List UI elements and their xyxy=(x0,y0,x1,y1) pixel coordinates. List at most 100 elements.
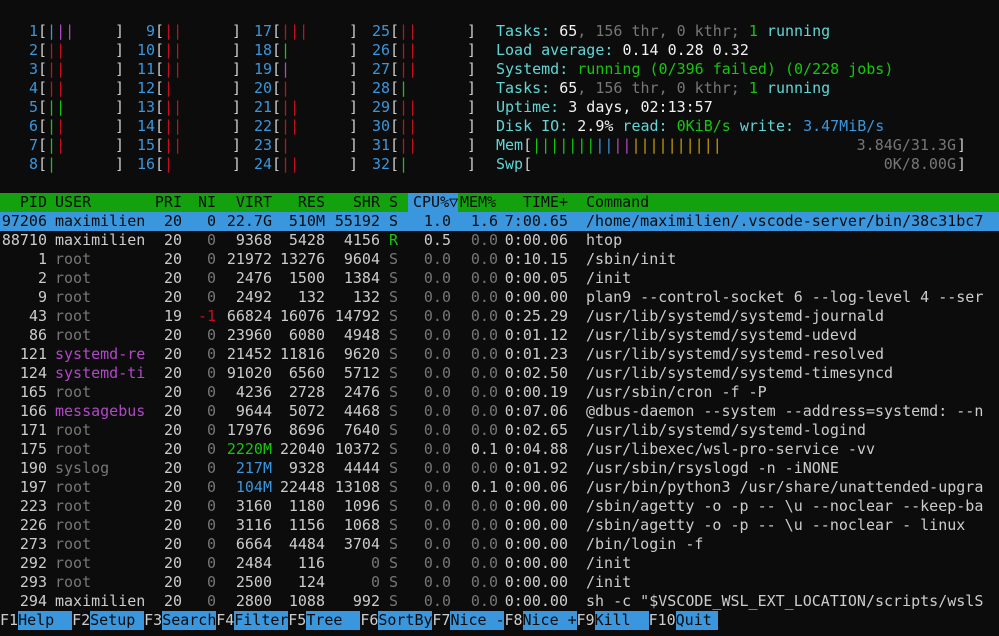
header-mem[interactable]: MEM% xyxy=(460,193,496,212)
process-row[interactable]: 273 root 20 0 6664 4484 3704 S 0.0 0.0 0:00.00/bin… xyxy=(0,535,999,554)
cpu-number: 13 xyxy=(136,98,155,116)
header-ni[interactable]: NI xyxy=(190,193,216,212)
fkey-sortby-button[interactable]: SortBy xyxy=(378,611,433,630)
process-cpu: 0.0 xyxy=(423,554,451,572)
process-row[interactable]: 223 root 20 0 3160 1180 1096 S 0.0 0.0 0:00.00/sbi… xyxy=(0,497,999,516)
process-cpu: 0.0 xyxy=(423,478,451,496)
process-user: systemd-ti xyxy=(55,364,146,382)
process-ni: 0 xyxy=(206,573,216,591)
fkey-setup-button[interactable]: Setup xyxy=(90,611,145,630)
fkey-tree-button[interactable]: Tree xyxy=(306,611,361,630)
cpu-meter-29: 29[||] xyxy=(371,98,477,116)
fkey-quit-button[interactable]: Quit xyxy=(675,611,718,630)
process-virt: 91020 xyxy=(226,364,272,382)
mem-bar: ||||||||||||||||||||| xyxy=(532,136,722,154)
cpu-usage-bar: || xyxy=(281,98,300,116)
process-row[interactable]: 292 root 20 0 2484 116 0 S 0.0 0.0 0:00.00/init xyxy=(0,554,999,573)
cpu-usage-bar: || xyxy=(281,155,300,173)
swap-meter: Swp[0K/8.00G] xyxy=(496,155,966,173)
cpu-usage-bar: || xyxy=(164,22,183,40)
process-pid: 190 xyxy=(19,459,47,477)
process-row[interactable]: 293 root 20 0 2500 124 0 S 0.0 0.0 0:00.00/init xyxy=(0,573,999,592)
cpu-meter-25: 25[||] xyxy=(371,22,477,40)
cpu-usage-bar: || xyxy=(399,117,418,135)
process-pid: 2 xyxy=(37,269,47,287)
header-command[interactable]: Command xyxy=(586,193,649,212)
tasks-meter-2: Tasks: 65, 156 thr, 0 kthr; 1 running xyxy=(496,79,830,98)
process-pid: 293 xyxy=(19,573,47,591)
process-res: 22448 xyxy=(280,478,326,496)
process-shr: 4156 xyxy=(343,231,380,249)
fkey-f7: F7 xyxy=(432,611,451,629)
process-s: S xyxy=(389,307,399,325)
header-virt[interactable]: VIRT xyxy=(220,193,272,212)
mem-value: 3.84G/31.3G xyxy=(856,136,956,154)
cpu-usage-bar: || xyxy=(164,117,183,135)
header-user[interactable]: USER xyxy=(55,193,91,212)
process-row[interactable]: 124 systemd-ti 20 0 91020 6560 5712 S 0.0 0.0 0:02… xyxy=(0,364,999,383)
process-row[interactable]: 171 root 20 0 17976 8696 7640 S 0.0 0.0 0:02.65/us… xyxy=(0,421,999,440)
header-pri[interactable]: PRI xyxy=(150,193,182,212)
fkey-filter-button[interactable]: Filter xyxy=(234,611,288,630)
process-command: /home/maximilien/.vscode-server/bin/38c3… xyxy=(586,212,984,230)
cpu-usage-bar: || xyxy=(47,60,66,78)
header-res[interactable]: RES xyxy=(280,193,325,212)
process-row[interactable]: 294 maximilien 20 0 2800 1088 992 S 0.0 0.0 0:00.0… xyxy=(0,592,999,611)
process-s: S xyxy=(389,535,399,553)
systemd-failed: (0/396 failed) xyxy=(640,60,776,78)
process-row[interactable]: 88710 maximilien 20 0 9368 5428 4156 R 0.5 0.0 0:0… xyxy=(0,231,999,250)
header-pid[interactable]: PID xyxy=(0,193,47,212)
process-row[interactable]: 9 root 20 0 2492 132 132 S 0.0 0.0 0:00.00 plan9 --… xyxy=(0,288,999,307)
process-mem: 0.1 xyxy=(470,478,498,496)
cpu-usage-bar: || xyxy=(399,60,418,78)
process-time: 0:01.23 xyxy=(504,345,568,363)
cpu-meter-14: 14[||] xyxy=(136,117,242,135)
running-label: running xyxy=(757,79,831,97)
header-state[interactable]: S xyxy=(389,193,398,212)
process-res: 510M xyxy=(288,212,325,230)
fkey-nice-button[interactable]: Nice + xyxy=(522,611,577,630)
process-row[interactable]: 226 root 20 0 3116 1156 1068 S 0.0 0.0 0:00.00/sbi… xyxy=(0,516,999,535)
cpu-number: 25 xyxy=(371,22,390,40)
cpu-number: 11 xyxy=(136,60,155,78)
process-row[interactable]: 97206 maximilien 20 0 22.7G 510M 55192 S 1.0 1.6 7… xyxy=(0,212,999,231)
process-res: 11816 xyxy=(280,345,326,363)
process-command: /init xyxy=(586,269,632,287)
process-cpu: 1.0 xyxy=(423,212,451,230)
process-user: root xyxy=(55,326,92,344)
cpu-usage-bar: | xyxy=(281,60,291,78)
cpu-meter-26: 26[||] xyxy=(371,41,477,59)
header-cpu[interactable]: CPU%▽ xyxy=(413,193,458,212)
cpu-usage-bar: | xyxy=(164,155,174,173)
process-user: root xyxy=(55,478,92,496)
mem-meter: Mem[||||||||||||||||||||| 3.84G/31.3G] xyxy=(496,136,966,154)
process-ni: 0 xyxy=(206,269,216,287)
process-user: syslog xyxy=(55,459,110,477)
disk-read-value: 0KiB/s xyxy=(676,117,731,135)
process-row[interactable]: 1 root 20 0 21972 13276 9604 S 0.0 0.0 0:10.15/sbi… xyxy=(0,250,999,269)
process-cpu: 0.0 xyxy=(423,307,451,325)
cpu-usage-bar: ||| xyxy=(47,22,75,40)
process-pri: 20 xyxy=(163,231,182,249)
cpu-meter-11: 11[||] xyxy=(136,60,242,78)
cpu-number: 22 xyxy=(253,117,272,135)
process-row[interactable]: 190 syslog 20 0 217M 9328 4444 S 0.0 0.0 0:01.92/u… xyxy=(0,459,999,478)
process-row[interactable]: 175 root 20 0 2220M 22040 10372 S 0.0 0.1 0:04.88 /… xyxy=(0,440,999,459)
header-time[interactable]: TIME+ xyxy=(500,193,568,212)
process-row[interactable]: 165 root 20 0 4236 2728 2476 S 0.0 0.0 0:00.19/usr… xyxy=(0,383,999,402)
fkey-kill-button[interactable]: Kill xyxy=(594,611,649,630)
process-row[interactable]: 2 root 20 0 2476 1500 1384 S 0.0 0.0 0:00.05/init xyxy=(0,269,999,288)
process-row[interactable]: 121 systemd-re 20 0 21452 11816 9620 S 0.0 0.0 0:0… xyxy=(0,345,999,364)
process-row[interactable]: 86 root 20 0 23960 6080 4948 S 0.0 0.0 0:01.12/usr… xyxy=(0,326,999,345)
process-row[interactable]: 166 messagebus 20 0 9644 5072 4468 S 0.0 0.0 0:07.… xyxy=(0,402,999,421)
process-cpu: 0.0 xyxy=(423,326,451,344)
process-row[interactable]: 197 root 20 0 104M 22448 13108 S 0.0 0.1 0:00.06/u… xyxy=(0,478,999,497)
process-command: /usr/bin/python3 /usr/share/unattended-u… xyxy=(586,478,984,496)
process-row[interactable]: 43 root 19 -1 66824 16076 14792 S 0.0 0.0 0:25.29 /… xyxy=(0,307,999,326)
fkey-search-button[interactable]: Search xyxy=(162,611,216,630)
process-virt: 22.7G xyxy=(226,212,272,230)
fkey-help-button[interactable]: Help xyxy=(18,611,73,630)
fkey-nice-button[interactable]: Nice - xyxy=(450,611,505,630)
header-shr[interactable]: SHR xyxy=(330,193,380,212)
uptime-value: 3 days, 02:13:57 xyxy=(568,98,713,116)
